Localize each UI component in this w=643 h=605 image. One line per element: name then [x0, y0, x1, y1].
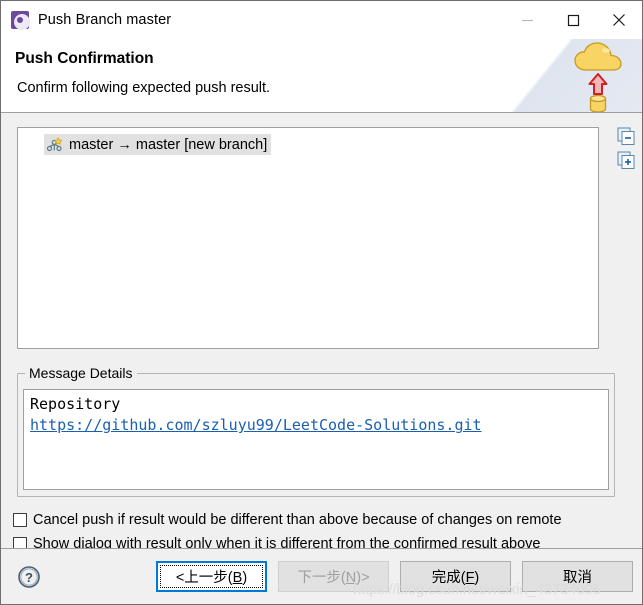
cancel-push-label: Cancel push if result would be different…: [33, 512, 562, 528]
minimize-button[interactable]: [504, 1, 550, 39]
collapse-all-button[interactable]: [617, 127, 636, 146]
help-icon[interactable]: ?: [17, 565, 41, 589]
message-details-text[interactable]: Repository https://github.com/szluyu99/L…: [23, 389, 609, 490]
tree-toolbar: [614, 127, 638, 170]
svg-text:?: ?: [25, 570, 33, 585]
dialog-header: Push Confirmation Confirm following expe…: [1, 39, 642, 113]
cancel-button-label: 取消: [563, 570, 592, 586]
button-row: <上一步(B) 下一步(N)> 完成(F) 取消: [156, 561, 633, 592]
repository-heading: Repository: [30, 395, 121, 413]
dialog-body: master → master [new branch] Message Det…: [1, 113, 642, 552]
page-title: Push Confirmation: [15, 50, 154, 67]
repository-link[interactable]: https://github.com/szluyu99/LeetCode-Sol…: [30, 415, 482, 436]
next-button[interactable]: 下一步(N)>: [278, 561, 389, 592]
minimize-icon: [521, 19, 533, 21]
page-description: Confirm following expected push result.: [17, 80, 271, 96]
window-controls: [504, 1, 642, 39]
close-icon: [613, 14, 625, 26]
push-result-tree[interactable]: master → master [new branch]: [17, 127, 599, 349]
title-bar: Push Branch master: [1, 1, 642, 39]
finish-button[interactable]: 完成(F): [400, 561, 511, 592]
tree-item-label: master → master [new branch]: [69, 136, 268, 153]
finish-button-label: 完成(F): [431, 570, 480, 586]
push-confirmation-dialog: Push Branch master Push Confirmation Con…: [0, 0, 643, 605]
back-button[interactable]: <上一步(B): [156, 561, 267, 592]
maximize-icon: [567, 14, 579, 26]
cancel-push-checkbox[interactable]: [13, 513, 27, 527]
new-branch-icon: [46, 136, 62, 151]
dialog-footer: ? <上一步(B) 下一步(N)> 完成(F) 取消: [1, 548, 642, 604]
expand-all-button[interactable]: [617, 151, 636, 170]
message-details-group: Message Details Repository https://githu…: [17, 365, 615, 497]
group-legend: Message Details: [25, 365, 137, 381]
maximize-button[interactable]: [550, 1, 596, 39]
close-button[interactable]: [596, 1, 642, 39]
cancel-push-option[interactable]: Cancel push if result would be different…: [13, 509, 634, 531]
cancel-button[interactable]: 取消: [522, 561, 633, 592]
next-button-label: 下一步(N)>: [297, 570, 370, 586]
push-branch-icon: [11, 11, 30, 30]
window-title: Push Branch master: [38, 12, 172, 28]
table-row[interactable]: master → master [new branch]: [44, 134, 272, 155]
cloud-upload-icon: [574, 42, 622, 112]
back-button-label: <上一步(B): [175, 570, 248, 586]
